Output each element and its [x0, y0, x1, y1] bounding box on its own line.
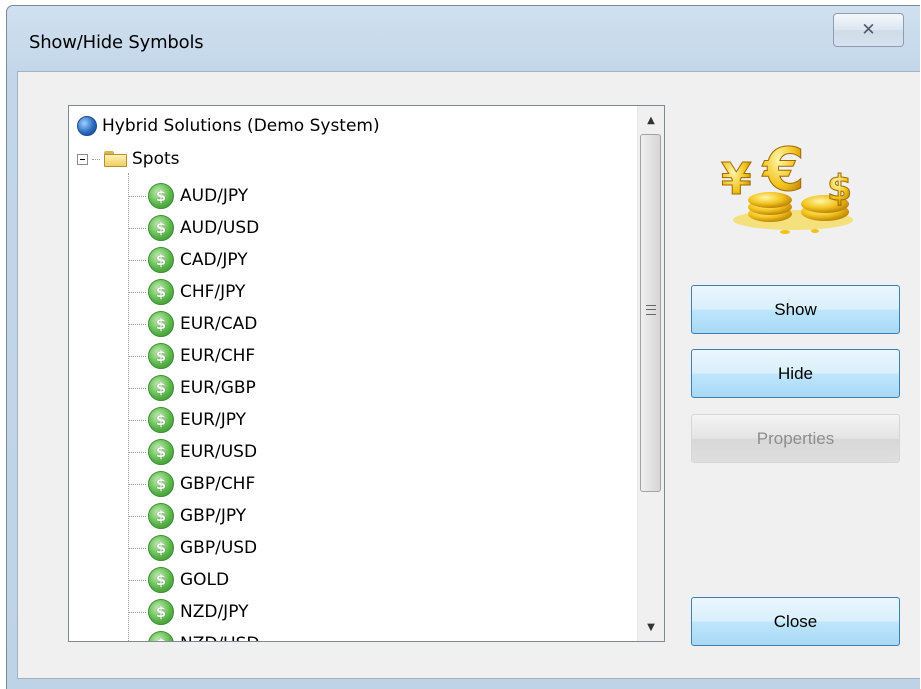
- dollar-coin-icon: $: [148, 311, 174, 337]
- tree-item[interactable]: $ AUD/USD: [128, 212, 634, 244]
- tree-item-label: EUR/USD: [180, 442, 258, 462]
- tree-item[interactable]: $ GBP/CHF: [128, 468, 634, 500]
- dialog-client-area: Hybrid Solutions (Demo System) Spots $ AU…: [17, 71, 920, 679]
- dollar-coin-icon: $: [148, 279, 174, 305]
- tree-connector: [128, 451, 146, 453]
- dollar-coin-icon: $: [148, 343, 174, 369]
- window-title: Show/Hide Symbols: [29, 32, 204, 53]
- tree-item[interactable]: $ EUR/USD: [128, 436, 634, 468]
- dollar-coin-icon: $: [148, 631, 174, 641]
- tree-item-label: GBP/CHF: [180, 474, 256, 494]
- tree-connector: [128, 195, 146, 197]
- dollar-coin-icon: $: [148, 183, 174, 209]
- tree-item-label: AUD/JPY: [180, 186, 249, 206]
- tree-item[interactable]: $ GOLD: [128, 564, 634, 596]
- folder-icon: [104, 151, 128, 167]
- tree-connector: [128, 355, 146, 357]
- tree-item[interactable]: $ NZD/USD: [128, 628, 634, 641]
- close-icon: ✕: [861, 20, 876, 40]
- scroll-grip-icon: [646, 305, 656, 315]
- tree-connector: [128, 227, 146, 229]
- tree-item-label: AUD/USD: [180, 218, 260, 238]
- tree-item-label: GBP/USD: [180, 538, 258, 558]
- dollar-coin-icon: $: [148, 407, 174, 433]
- dollar-coin-icon: $: [148, 439, 174, 465]
- dollar-coin-icon: $: [148, 567, 174, 593]
- tree-item-label: CHF/JPY: [180, 282, 246, 302]
- tree-item[interactable]: $ EUR/CHF: [128, 340, 634, 372]
- tree-connector: [92, 158, 100, 160]
- show-button[interactable]: Show: [691, 285, 900, 334]
- dollar-coin-icon: $: [148, 503, 174, 529]
- tree-connector: [128, 259, 146, 261]
- tree-item-label: NZD/USD: [180, 634, 260, 641]
- tree-item-label: EUR/GBP: [180, 378, 256, 398]
- dollar-coin-icon: $: [148, 471, 174, 497]
- tree-connector: [128, 611, 146, 613]
- scroll-up-arrow-icon[interactable]: ▲: [638, 108, 664, 132]
- collapse-toggle-icon[interactable]: [77, 153, 88, 165]
- tree-item[interactable]: $ EUR/CAD: [128, 308, 634, 340]
- tree-item-label: GBP/JPY: [180, 506, 247, 526]
- tree-item-label: EUR/CAD: [180, 314, 258, 334]
- tree-item-label: NZD/JPY: [180, 602, 249, 622]
- tree-connector: [128, 387, 146, 389]
- currency-money-icon: ¥ € $: [721, 135, 853, 234]
- properties-button: Properties: [691, 414, 900, 463]
- globe-icon: [77, 116, 97, 136]
- symbols-tree[interactable]: Hybrid Solutions (Demo System) Spots $ AU…: [68, 105, 665, 642]
- tree-item[interactable]: $ NZD/JPY: [128, 596, 634, 628]
- tree-item[interactable]: $ CAD/JPY: [128, 244, 634, 276]
- tree-connector: [128, 579, 146, 581]
- dollar-coin-icon: $: [148, 215, 174, 241]
- tree-item[interactable]: $ CHF/JPY: [128, 276, 634, 308]
- svg-text:€: €: [761, 135, 805, 205]
- tree-item[interactable]: $ GBP/USD: [128, 532, 634, 564]
- symbol-list: $ AUD/JPY $ AUD/USD $ CAD/JPY $ CHF/JPY $ EUR/CAD…: [128, 180, 634, 641]
- title-close-button[interactable]: ✕: [833, 13, 904, 47]
- tree-item-label: EUR/CHF: [180, 346, 256, 366]
- hide-button[interactable]: Hide: [691, 349, 900, 398]
- scroll-down-arrow-icon[interactable]: ▼: [638, 615, 664, 639]
- tree-root-node[interactable]: Hybrid Solutions (Demo System): [77, 113, 380, 139]
- tree-connector: [128, 419, 146, 421]
- tree-connector: [128, 547, 146, 549]
- title-bar[interactable]: Show/Hide Symbols ✕: [7, 6, 920, 76]
- vertical-scrollbar[interactable]: ▲ ▼: [637, 106, 664, 641]
- scrollbar-thumb[interactable]: [640, 134, 661, 492]
- tree-item[interactable]: $ EUR/JPY: [128, 404, 634, 436]
- dollar-coin-icon: $: [148, 599, 174, 625]
- dialog-window: Show/Hide Symbols ✕ Hybrid Solutions (De…: [6, 5, 920, 689]
- tree-item-label: CAD/JPY: [180, 250, 248, 270]
- svg-text:¥: ¥: [721, 154, 752, 205]
- tree-connector: [128, 515, 146, 517]
- dollar-coin-icon: $: [148, 247, 174, 273]
- tree-connector: [128, 291, 146, 293]
- tree-folder-spots[interactable]: Spots: [77, 146, 180, 172]
- dollar-coin-icon: $: [148, 375, 174, 401]
- tree-item[interactable]: $ GBP/JPY: [128, 500, 634, 532]
- tree-item[interactable]: $ EUR/GBP: [128, 372, 634, 404]
- svg-text:$: $: [827, 168, 852, 209]
- tree-item[interactable]: $ AUD/JPY: [128, 180, 634, 212]
- tree-connector: [128, 483, 146, 485]
- tree-folder-label: Spots: [132, 149, 180, 169]
- tree-root-label: Hybrid Solutions (Demo System): [102, 116, 380, 136]
- tree-connector: [128, 323, 146, 325]
- dollar-coin-icon: $: [148, 535, 174, 561]
- tree-item-label: EUR/JPY: [180, 410, 246, 430]
- tree-item-label: GOLD: [180, 570, 230, 590]
- close-button[interactable]: Close: [691, 597, 900, 646]
